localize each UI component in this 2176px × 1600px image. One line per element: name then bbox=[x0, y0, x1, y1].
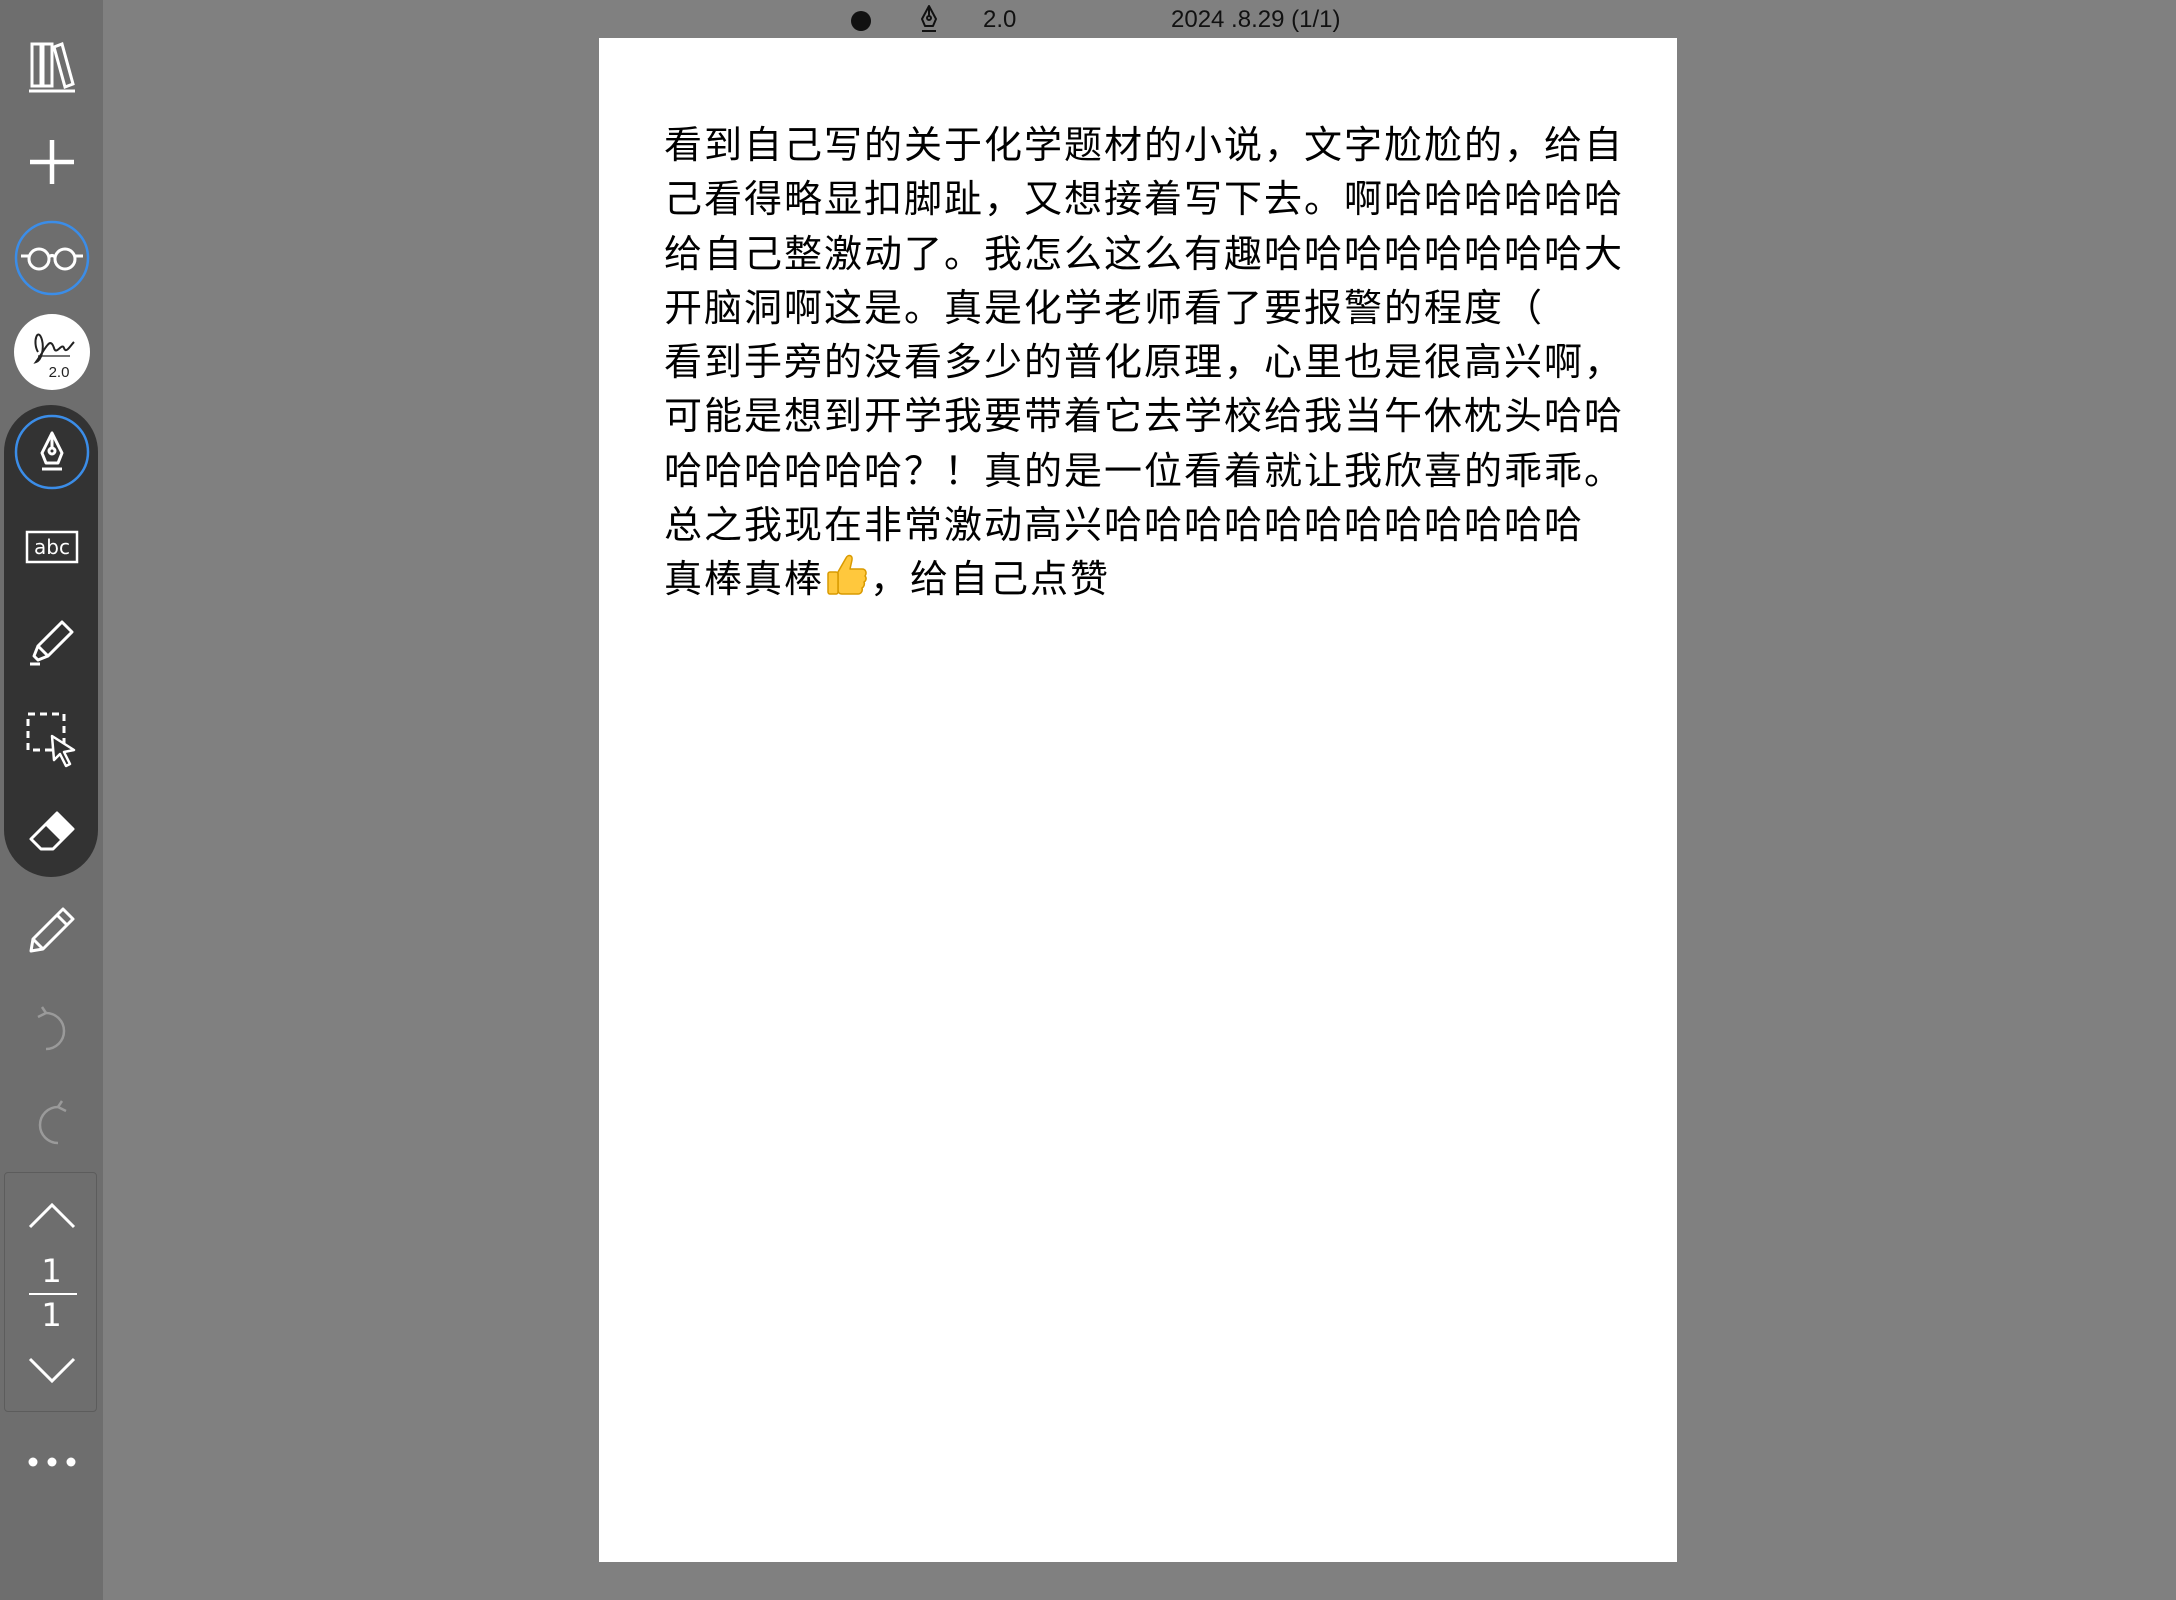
plus-icon bbox=[29, 140, 74, 184]
redo-button[interactable] bbox=[0, 1082, 103, 1166]
left-toolbar: 2.0 abc 1 1 bbox=[0, 0, 103, 1600]
paragraph-last: 真棒真棒 ，给自己点赞 bbox=[664, 552, 1624, 606]
svg-text:abc: abc bbox=[34, 535, 70, 559]
add-page-button[interactable] bbox=[0, 120, 103, 204]
note-page[interactable]: 看到自己写的关于化学题材的小说，文字尬尬的，给自己看得略显扣脚趾，又想接着写下去… bbox=[599, 38, 1677, 1562]
lasso-select-tool[interactable] bbox=[0, 697, 103, 781]
pen-size-label: 2.0 bbox=[983, 6, 1017, 33]
signature-pen-button[interactable]: 2.0 bbox=[0, 310, 103, 394]
current-page-number: 1 bbox=[41, 1252, 62, 1290]
fountain-pen-icon bbox=[921, 5, 937, 32]
signature-icon: 2.0 bbox=[13, 314, 90, 390]
chevron-down-icon bbox=[28, 1357, 75, 1384]
text-tool[interactable]: abc bbox=[0, 505, 103, 589]
fountain-pen-icon bbox=[14, 414, 89, 490]
total-page-count: 1 bbox=[41, 1296, 62, 1334]
page-text-content: 看到自己写的关于化学题材的小说，文字尬尬的，给自己看得略显扣脚趾，又想接着写下去… bbox=[664, 118, 1624, 607]
glasses-icon bbox=[14, 220, 89, 296]
fountain-pen-tool[interactable] bbox=[0, 410, 103, 494]
eraser-icon bbox=[29, 811, 74, 851]
page-navigator: 1 1 bbox=[4, 1172, 97, 1412]
previous-page-button[interactable] bbox=[5, 1185, 98, 1245]
library-button[interactable] bbox=[0, 24, 103, 108]
lasso-select-icon bbox=[26, 712, 75, 768]
paragraph: 看到手旁的没看多少的普化原理，心里也是很高兴啊，可能是想到开学我要带着它去学校给… bbox=[664, 340, 1625, 493]
highlighter-tool[interactable] bbox=[0, 600, 103, 684]
redo-icon bbox=[38, 1100, 67, 1145]
library-icon bbox=[28, 42, 75, 93]
more-options-button[interactable] bbox=[0, 1420, 103, 1504]
pencil-tool[interactable] bbox=[0, 888, 103, 972]
undo-icon bbox=[36, 1006, 65, 1051]
thumbs-up-emoji-icon bbox=[827, 555, 867, 596]
more-dots-icon bbox=[28, 1457, 75, 1467]
read-mode-button[interactable] bbox=[0, 216, 103, 300]
status-bar: 2.0 2024 .8.29 (1/1) bbox=[103, 0, 2176, 38]
next-page-button[interactable] bbox=[5, 1341, 98, 1401]
chevron-up-icon bbox=[28, 1202, 75, 1229]
text-segment: 真棒真棒 bbox=[664, 557, 825, 602]
page-divider bbox=[29, 1293, 77, 1295]
paragraph: 看到自己写的关于化学题材的小说，文字尬尬的，给自己看得略显扣脚趾，又想接着写下去… bbox=[664, 123, 1625, 330]
paragraph: 总之我现在非常激动高兴哈哈哈哈哈哈哈哈哈哈哈哈 bbox=[664, 503, 1585, 548]
pen-color-dot-icon[interactable] bbox=[850, 10, 872, 32]
app-window: 2.0 abc 1 1 2.0 2024 .8.29 (1/1) 看到自己写的关… bbox=[0, 0, 2176, 1600]
signature-size-label: 2.0 bbox=[48, 364, 69, 381]
eraser-tool[interactable] bbox=[0, 790, 103, 874]
undo-button[interactable] bbox=[0, 988, 103, 1072]
date-page-label: 2024 .8.29 (1/1) bbox=[1171, 6, 1341, 33]
text-box-icon: abc bbox=[25, 530, 78, 564]
pencil-icon bbox=[29, 907, 74, 953]
text-segment: ，给自己点赞 bbox=[870, 557, 1111, 602]
highlighter-icon bbox=[29, 620, 73, 666]
